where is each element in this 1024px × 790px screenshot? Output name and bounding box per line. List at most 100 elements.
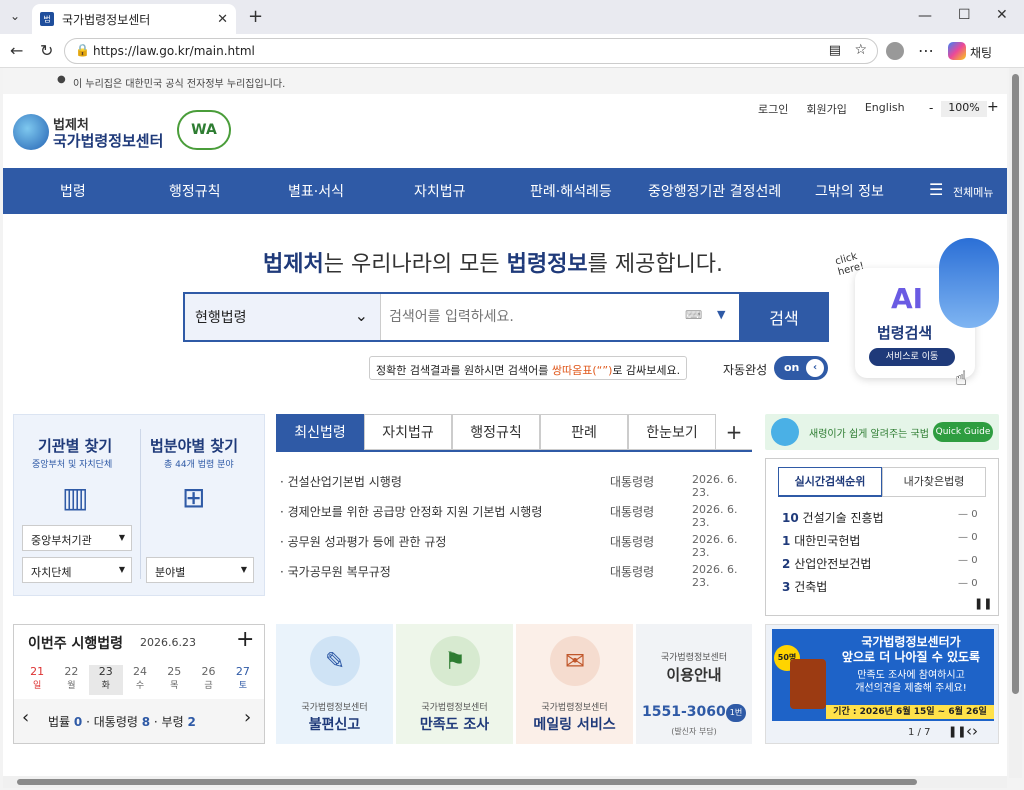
list-item[interactable]: · 건설산업기본법 시행령 대통령령 2026. 6. 23. xyxy=(280,473,750,499)
back-icon[interactable]: ← xyxy=(10,41,23,60)
tab-overview[interactable]: 한눈보기 xyxy=(628,414,716,450)
zoom-in-button[interactable]: + xyxy=(987,99,999,115)
nav-laws[interactable]: 법령 xyxy=(60,181,86,201)
horizontal-scroll-thumb[interactable] xyxy=(17,779,917,785)
headline-key: 법령정보 xyxy=(506,252,588,277)
day-fri[interactable]: 26 금 xyxy=(191,665,225,695)
law-kind: 대통령령 xyxy=(610,565,655,579)
find-by-org-title[interactable]: 기관별 찾기 xyxy=(38,435,112,456)
day-tue-selected[interactable]: 23 화 xyxy=(88,665,123,695)
tab-close-icon[interactable]: ✕ xyxy=(217,12,228,27)
autocomplete-toggle[interactable]: on ‹ xyxy=(774,356,828,380)
rank-change: — 0 xyxy=(958,532,978,543)
vertical-scrollbar[interactable] xyxy=(1009,68,1022,778)
new-tab-icon[interactable]: + xyxy=(248,6,263,27)
horizontal-scrollbar[interactable] xyxy=(3,776,1007,788)
min-count[interactable]: 2 xyxy=(187,715,195,729)
minimize-icon[interactable]: — xyxy=(918,8,932,24)
moleg-logo-icon[interactable] xyxy=(13,114,49,150)
quick-guide-banner[interactable]: 새령이가 쉽게 알려주는 국법 Quick Guide xyxy=(765,414,999,450)
reader-icon[interactable]: ▤ xyxy=(829,43,841,58)
promo-line1: 국가법령정보센터가 xyxy=(861,635,961,649)
building-icon: ▥ xyxy=(62,481,89,514)
dropdown-triangle-icon[interactable]: ▼ xyxy=(717,308,725,321)
list-item[interactable]: · 공무원 성과평가 등에 관한 규정 대통령령 2026. 6. 23. xyxy=(280,533,750,559)
day-wed[interactable]: 24 수 xyxy=(123,665,157,695)
day-sat[interactable]: 27 토 xyxy=(226,665,260,695)
all-menu-icon[interactable]: ☰ xyxy=(929,180,943,199)
profile-avatar[interactable] xyxy=(886,42,904,60)
complaint-tile[interactable]: ✎ 국가법령정보센터 불편신고 xyxy=(276,624,393,744)
more-menu-icon[interactable]: ⋯ xyxy=(918,41,934,60)
pen-icon: ✎ xyxy=(310,636,360,686)
day-label: 월 xyxy=(67,681,76,691)
week-more-button[interactable]: + xyxy=(236,627,254,652)
iced-coffee-icon xyxy=(790,659,826,709)
login-link[interactable]: 로그인 xyxy=(758,101,788,117)
site-name[interactable]: 국가법령정보센터 xyxy=(53,130,163,151)
quick-guide-button[interactable]: Quick Guide xyxy=(933,422,993,442)
nav-other-info[interactable]: 그밖의 정보 xyxy=(815,181,884,201)
ranking-pause-icon[interactable]: ❚❚ xyxy=(974,597,992,610)
nav-forms[interactable]: 별표·서식 xyxy=(288,181,344,201)
signup-link[interactable]: 회원가입 xyxy=(806,101,846,117)
tab-admin-rules[interactable]: 행정규칙 xyxy=(452,414,540,450)
list-item[interactable]: · 경제안보를 위한 공급망 안정화 지원 기본법 시행령 대통령령 2026. 6… xyxy=(280,503,750,529)
ai-go-button[interactable]: 서비스로 이동 xyxy=(869,348,955,366)
promo-banner[interactable]: 50명 국가법령정보센터가 앞으로 더 나아질 수 있도록 만족도 조사에 참여하… xyxy=(765,624,999,744)
day-label: 화 xyxy=(101,681,110,691)
tab-more-button[interactable]: + xyxy=(716,414,752,450)
english-link[interactable]: English xyxy=(865,101,905,117)
law-count[interactable]: 0 xyxy=(74,715,82,729)
nav-admin-rules[interactable]: 행정규칙 xyxy=(169,181,221,201)
favorite-star-icon[interactable]: ☆ xyxy=(854,42,867,58)
day-thu[interactable]: 25 목 xyxy=(157,665,191,695)
ranking-item[interactable]: 10 건설기술 진흥법 — 0 xyxy=(782,509,992,526)
nav-local-laws[interactable]: 자치법규 xyxy=(414,181,466,201)
tab-precedents[interactable]: 판례 xyxy=(540,414,628,450)
field-select[interactable]: 분야별 ▼ xyxy=(146,557,254,583)
promo-prev-next-icon[interactable]: ‹› xyxy=(966,722,978,740)
day-number: 27 xyxy=(235,665,250,678)
tab-list-icon[interactable]: ⌄ xyxy=(10,9,20,23)
nav-central-decisions[interactable]: 중앙행정기관 결정선례 xyxy=(648,181,781,201)
ranking-item[interactable]: 3 건축법 — 0 xyxy=(782,578,992,595)
tab-realtime-rank[interactable]: 실시간검색순위 xyxy=(778,467,882,497)
copilot-label[interactable]: 채팅 xyxy=(970,44,992,61)
survey-tile[interactable]: ⚑ 국가법령정보센터 만족도 조사 xyxy=(396,624,513,744)
next-week-icon[interactable]: › xyxy=(244,707,251,728)
all-menu-label[interactable]: 전체메뉴 xyxy=(953,184,993,200)
search-input[interactable] xyxy=(389,302,679,332)
pres-count[interactable]: 8 xyxy=(142,715,150,729)
rank-law: 대한민국헌법 xyxy=(794,534,861,548)
day-sun[interactable]: 21 일 xyxy=(20,665,54,695)
tab-my-laws[interactable]: 내가찾은법령 xyxy=(882,467,986,497)
find-by-field-title[interactable]: 법분야별 찾기 xyxy=(150,435,238,456)
maximize-icon[interactable]: ☐ xyxy=(958,7,971,23)
prev-week-icon[interactable]: ‹ xyxy=(22,707,29,728)
reload-icon[interactable]: ↻ xyxy=(40,41,53,60)
ranking-item[interactable]: 1 대한민국헌법 — 0 xyxy=(782,532,992,549)
vertical-scroll-thumb[interactable] xyxy=(1012,74,1019,694)
local-gov-select[interactable]: 자치단체 ▼ xyxy=(22,557,132,583)
window-close-icon[interactable]: ✕ xyxy=(996,7,1008,23)
search-button[interactable]: 검색 xyxy=(739,292,829,342)
browser-tab[interactable]: 법 국가법령정보센터 ✕ xyxy=(32,4,236,34)
central-org-select[interactable]: 중앙부처기관 ▼ xyxy=(22,525,132,551)
mailing-tile[interactable]: ✉ 국가법령정보센터 메일링 서비스 xyxy=(516,624,633,744)
day-mon[interactable]: 22 월 xyxy=(54,665,88,695)
copilot-icon[interactable] xyxy=(948,42,966,60)
keyboard-icon[interactable]: ⌨ xyxy=(685,308,702,322)
tab-latest-laws[interactable]: 최신법령 xyxy=(276,414,364,450)
search-box: 현행법령 ⌄ ⌨ ▼ 검색 xyxy=(183,292,829,342)
nav-precedents[interactable]: 판례·해석례등 xyxy=(530,181,612,201)
tab-local-laws[interactable]: 자치법규 xyxy=(364,414,452,450)
search-scope-select[interactable]: 현행법령 ⌄ xyxy=(185,294,381,340)
url-field[interactable]: 🔒 https://law.go.kr/main.html ▤ ☆ xyxy=(64,38,878,64)
list-item[interactable]: · 국가공무원 복무규정 대통령령 2026. 6. 23. xyxy=(280,563,750,589)
zoom-out-button[interactable]: - xyxy=(929,101,933,115)
promo-pause-icon[interactable]: ❚❚ xyxy=(948,725,966,738)
rank-law: 산업안전보건법 xyxy=(794,557,872,571)
ranking-item[interactable]: 2 산업안전보건법 — 0 xyxy=(782,555,992,572)
info-phone[interactable]: 1551-3060 xyxy=(642,704,726,720)
